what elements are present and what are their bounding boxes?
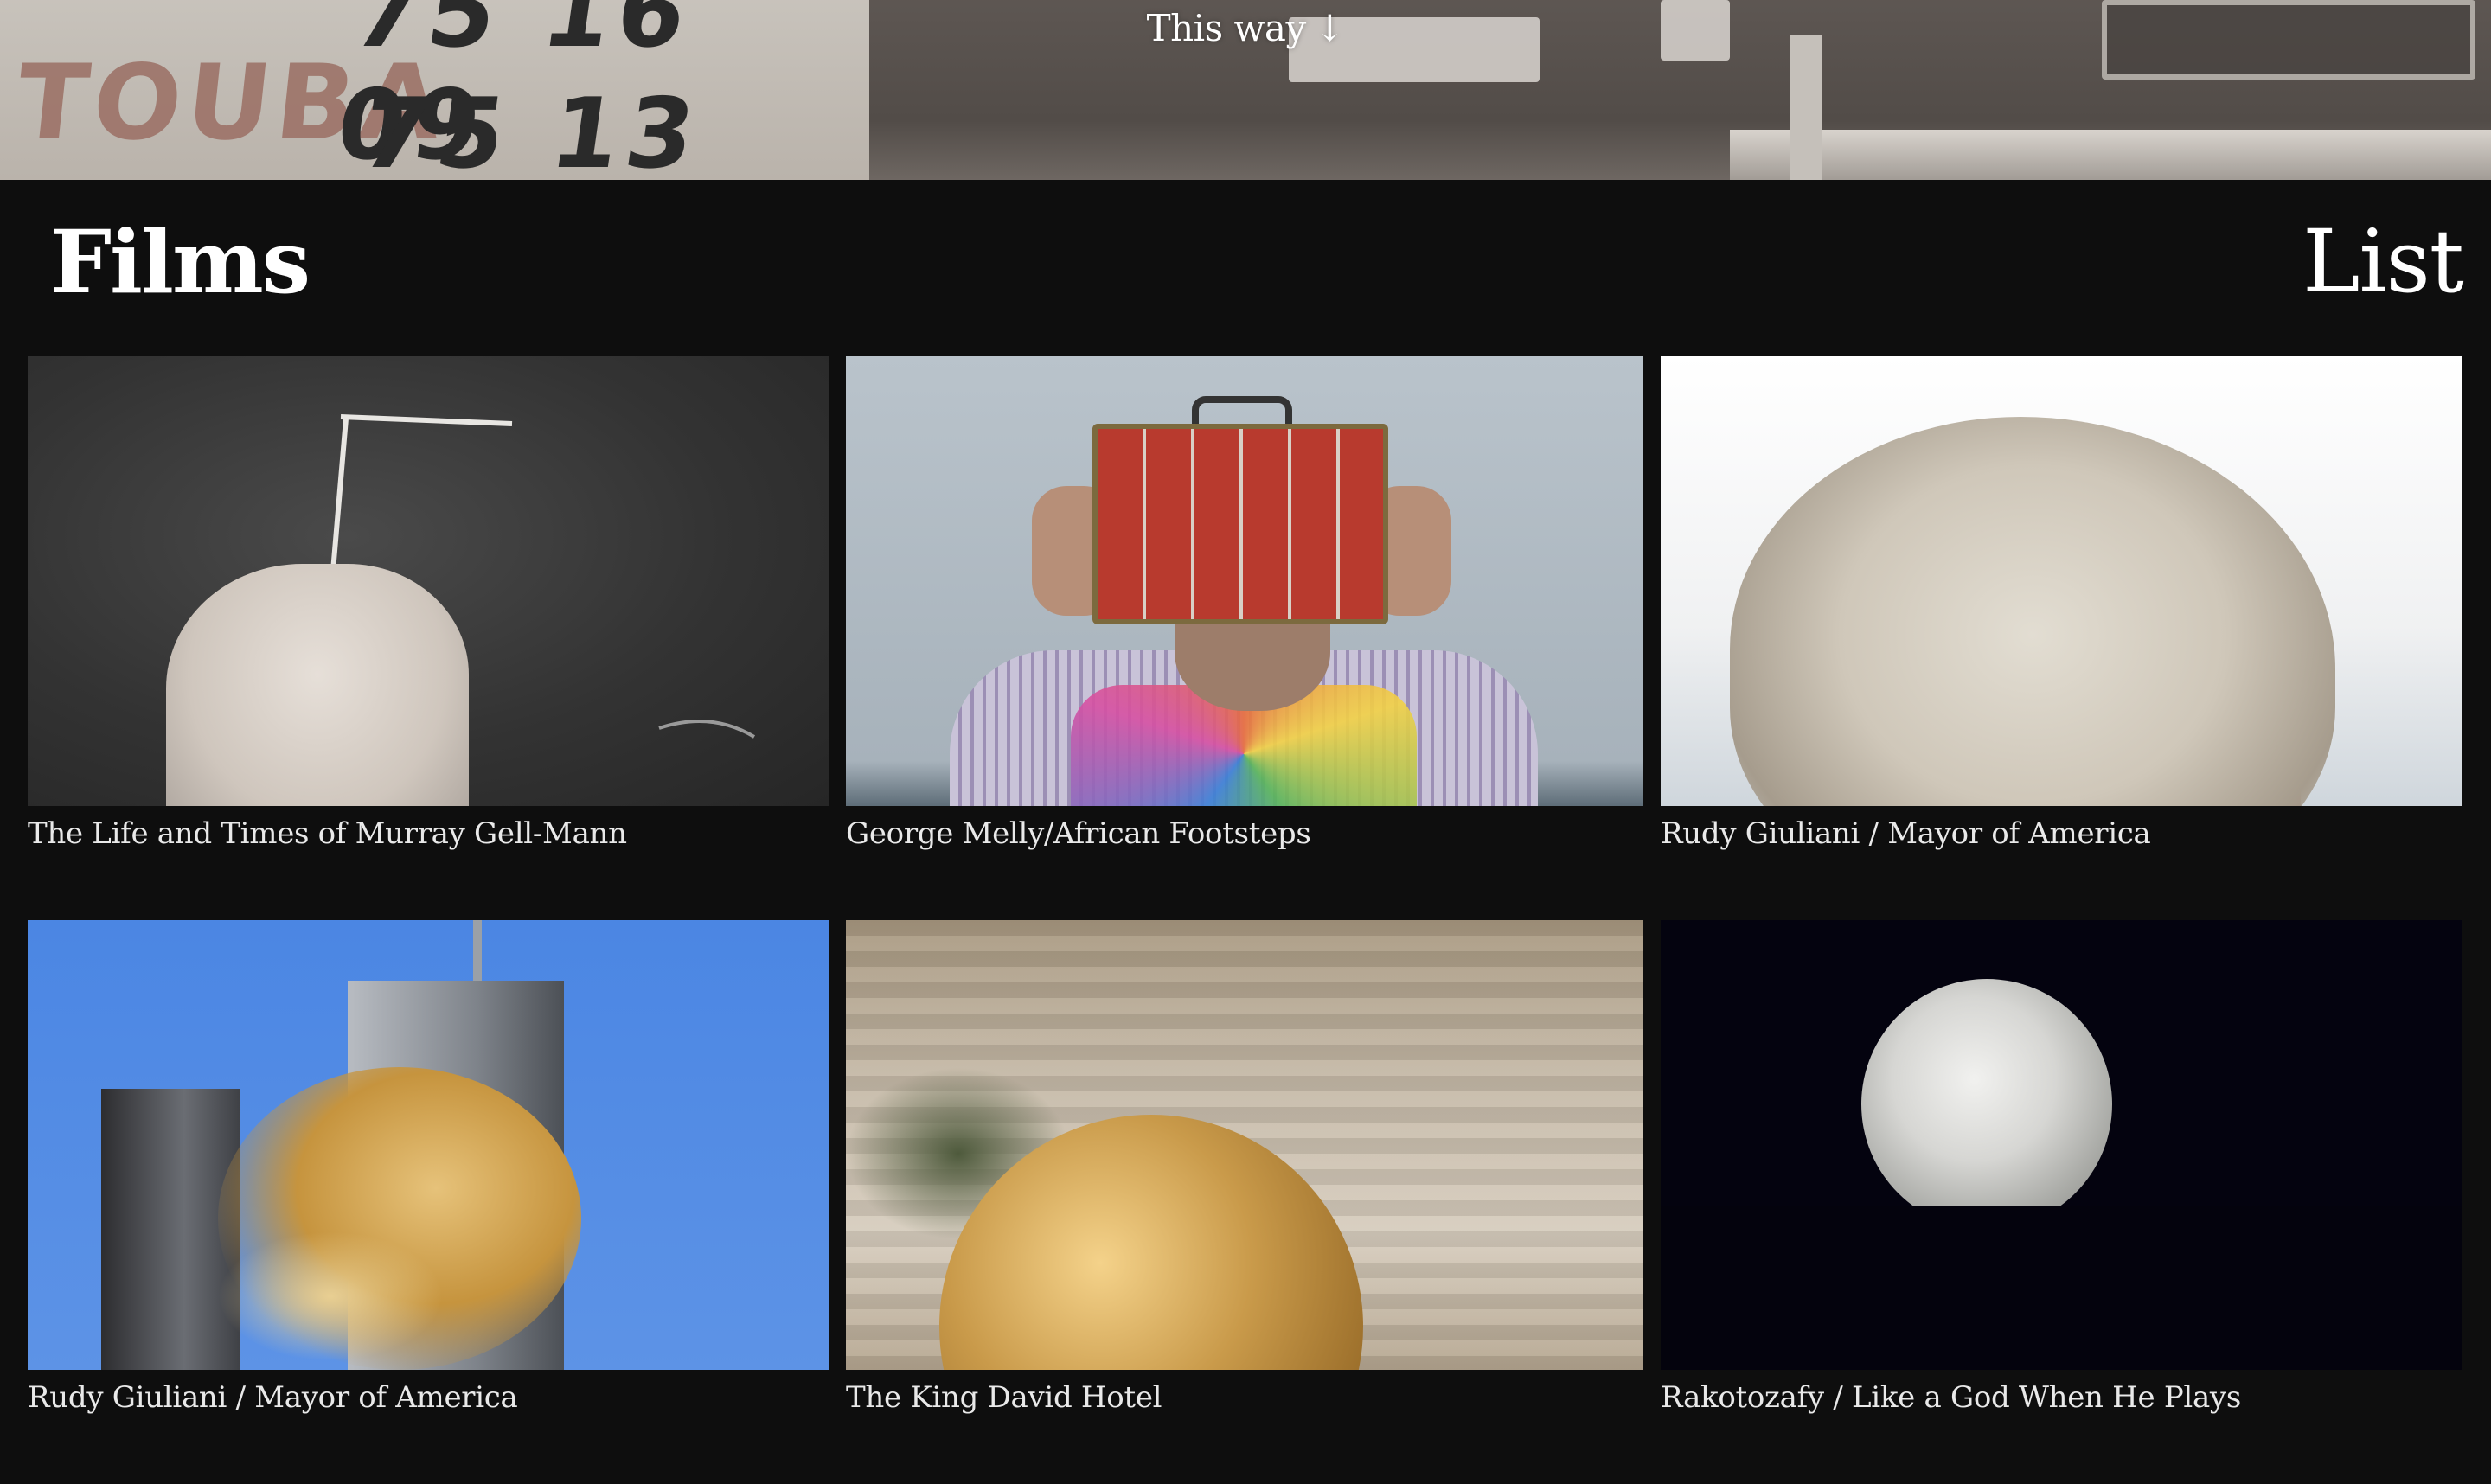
film-card[interactable]: George Melly/African Footsteps <box>846 356 1643 920</box>
can-case-image <box>1092 424 1388 624</box>
hand-image <box>166 564 469 806</box>
film-card[interactable]: The King David Hotel <box>846 920 1643 1484</box>
film-card[interactable]: The Life and Times of Murray Gell-Mann <box>28 356 829 920</box>
film-thumbnail[interactable] <box>846 356 1643 806</box>
film-card[interactable]: Rakotozafy / Like a God When He Plays <box>1661 920 2462 1484</box>
film-thumbnail[interactable] <box>1661 356 2462 806</box>
film-title[interactable]: The King David Hotel <box>846 1380 1643 1415</box>
horizon-image <box>1661 1206 2462 1370</box>
hair-image <box>1730 417 2335 806</box>
film-card[interactable]: Rudy Giuliani / Mayor of America <box>28 920 829 1484</box>
hero-post <box>1790 35 1822 180</box>
list-view-toggle[interactable]: List <box>2302 211 2464 312</box>
moon-image <box>1861 979 2112 1230</box>
scroll-hint[interactable]: This way ↓ <box>0 7 2491 49</box>
arrow-down-icon: ↓ <box>1314 7 1345 49</box>
smoke-image <box>218 1231 443 1361</box>
scroll-hint-label: This way <box>1146 7 1307 49</box>
films-grid: The Life and Times of Murray Gell-Mann G… <box>28 356 2463 1484</box>
films-header: Films List <box>0 180 2491 353</box>
page-title: Films <box>50 211 311 313</box>
film-thumbnail[interactable] <box>1661 920 2462 1370</box>
film-title[interactable]: The Life and Times of Murray Gell-Mann <box>28 816 829 851</box>
film-thumbnail[interactable] <box>28 920 829 1370</box>
film-thumbnail[interactable] <box>28 356 829 806</box>
film-thumbnail[interactable] <box>846 920 1643 1370</box>
film-title[interactable]: George Melly/African Footsteps <box>846 816 1643 851</box>
film-title[interactable]: Rudy Giuliani / Mayor of America <box>1661 816 2462 851</box>
film-title[interactable]: Rudy Giuliani / Mayor of America <box>28 1380 829 1415</box>
film-card[interactable]: Rudy Giuliani / Mayor of America <box>1661 356 2462 920</box>
antenna-image <box>473 920 482 985</box>
hero-video: TOUBA 75 16 09 75 13 71 This way↓ <box>0 0 2491 180</box>
film-title[interactable]: Rakotozafy / Like a God When He Plays <box>1661 1380 2462 1415</box>
hero-sign-number: 75 13 71 <box>355 78 708 180</box>
hero-rail <box>1730 130 2491 180</box>
